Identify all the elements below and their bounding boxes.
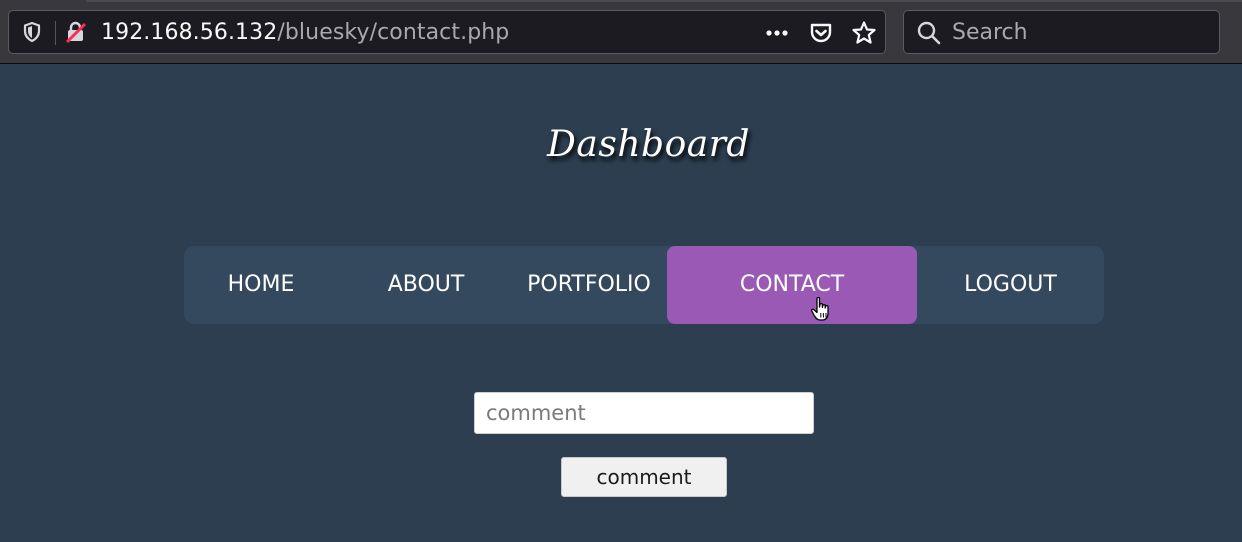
pocket-icon[interactable]: [808, 20, 834, 46]
nav-item-portfolio[interactable]: PORTFOLIO: [520, 246, 658, 324]
nav-item-label: CONTACT: [739, 272, 845, 297]
main-nav: HOME ABOUT PORTFOLIO CONTACT LOGOUT: [184, 246, 1104, 324]
url-separator: [55, 21, 56, 45]
address-bar[interactable]: 192.168.56.132/bluesky/contact.php: [8, 10, 886, 54]
tab-strip-edge: [86, 0, 1242, 2]
insecure-lock-icon[interactable]: [65, 21, 87, 43]
nav-item-logout[interactable]: LOGOUT: [954, 246, 1067, 324]
nav-item-home[interactable]: HOME: [214, 246, 308, 324]
browser-toolbar: 192.168.56.132/bluesky/contact.php Searc…: [0, 0, 1242, 64]
url-path: /bluesky/contact.php: [277, 20, 510, 45]
search-placeholder: Search: [952, 20, 1028, 45]
nav-item-label: ABOUT: [387, 272, 465, 297]
page-title: Dashboard: [547, 124, 750, 165]
bookmark-star-icon[interactable]: [851, 20, 877, 46]
nav-item-label: HOME: [227, 272, 295, 297]
nav-item-contact[interactable]: CONTACT: [667, 246, 917, 324]
search-icon: [917, 21, 941, 45]
browser-search-bar[interactable]: Search: [903, 10, 1220, 54]
comment-submit-button[interactable]: comment: [561, 457, 727, 497]
nav-item-about[interactable]: ABOUT: [372, 246, 480, 324]
comment-input[interactable]: [474, 392, 814, 434]
page-actions-menu-icon[interactable]: [764, 20, 790, 46]
shield-icon[interactable]: [21, 21, 43, 43]
url-text[interactable]: 192.168.56.132/bluesky/contact.php: [101, 20, 509, 46]
nav-item-label: PORTFOLIO: [527, 272, 651, 297]
url-host: 192.168.56.132: [101, 20, 278, 45]
nav-item-label: LOGOUT: [964, 272, 1057, 297]
